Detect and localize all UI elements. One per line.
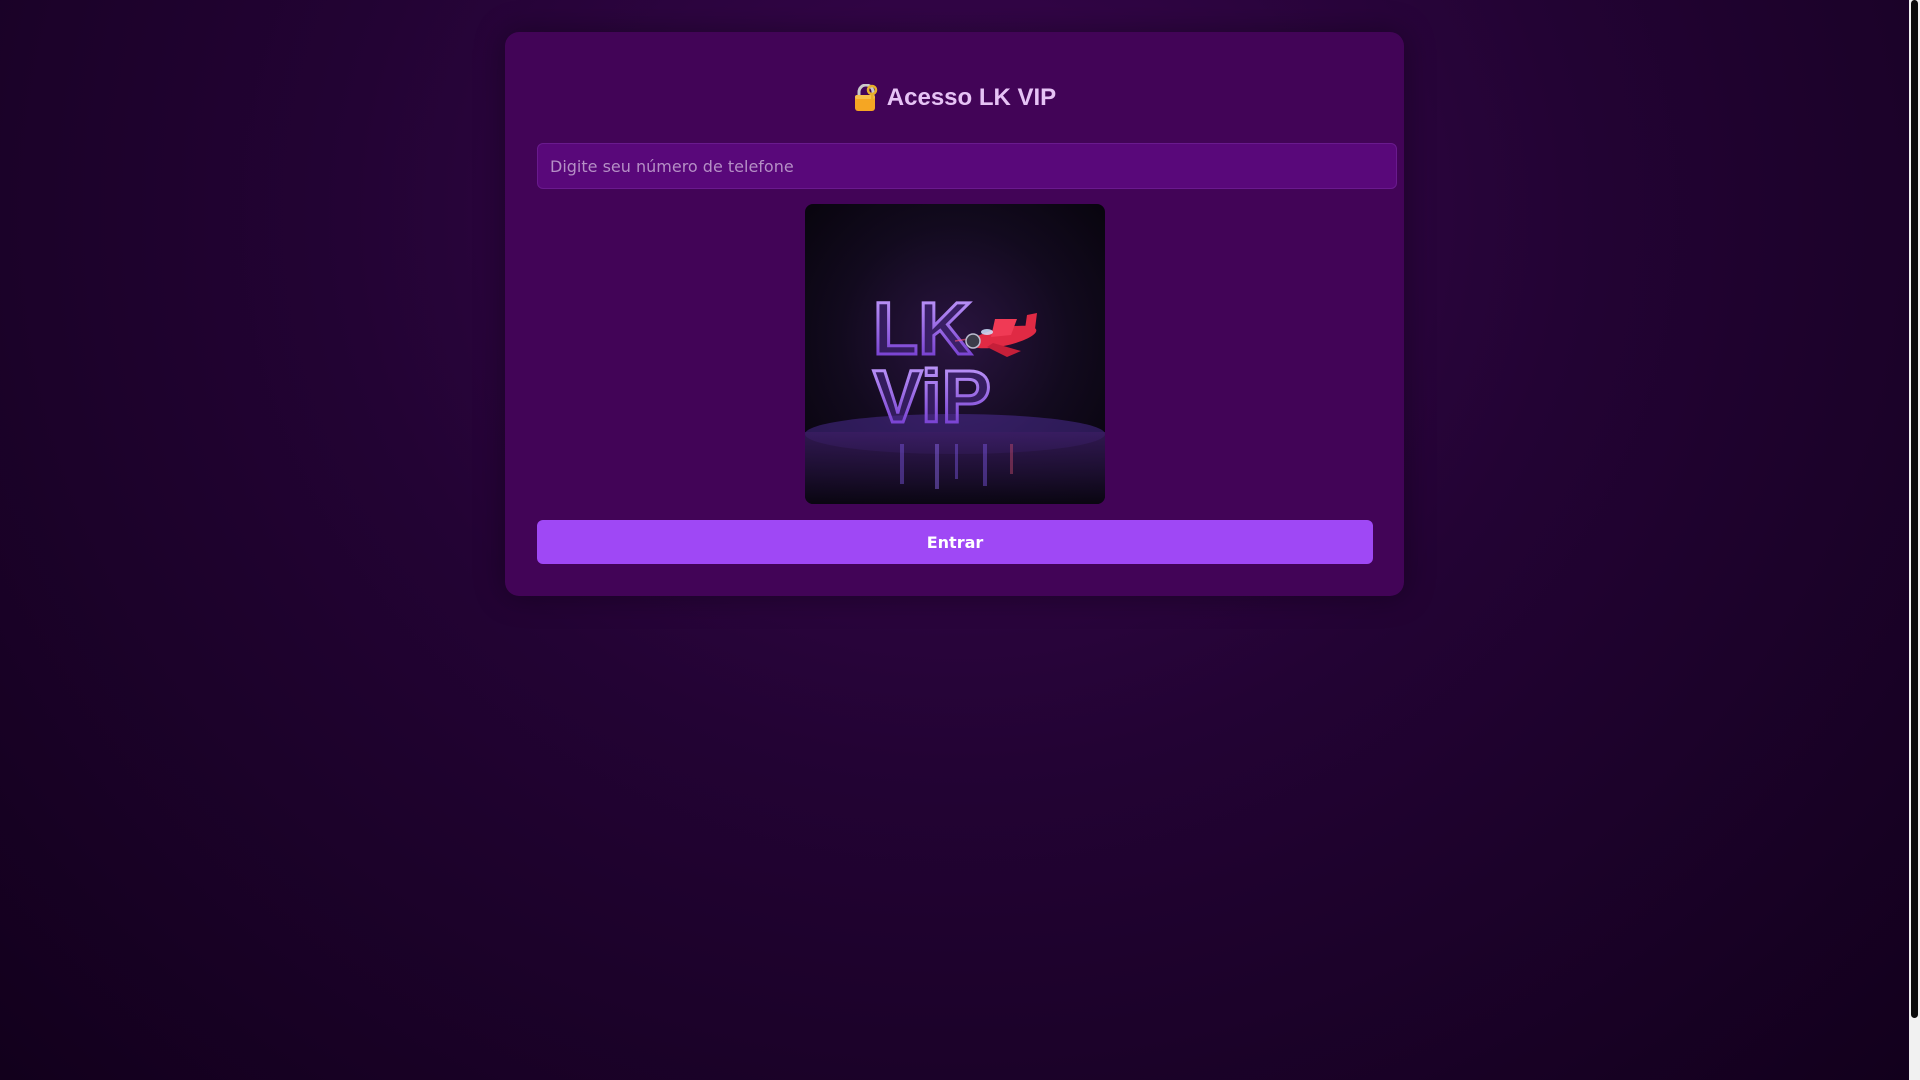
page-title: Acesso LK VIP	[886, 84, 1057, 111]
lk-vip-logo: LK ViP	[805, 204, 1105, 504]
scrollbar-thumb[interactable]	[1911, 0, 1918, 1018]
login-title: Acesso LK VIP	[505, 80, 1404, 116]
lock-with-key-icon	[853, 83, 879, 112]
logo-text-vip: ViP	[873, 355, 991, 438]
enter-button[interactable]: Entrar	[537, 520, 1373, 564]
phone-number-input[interactable]	[537, 143, 1397, 189]
